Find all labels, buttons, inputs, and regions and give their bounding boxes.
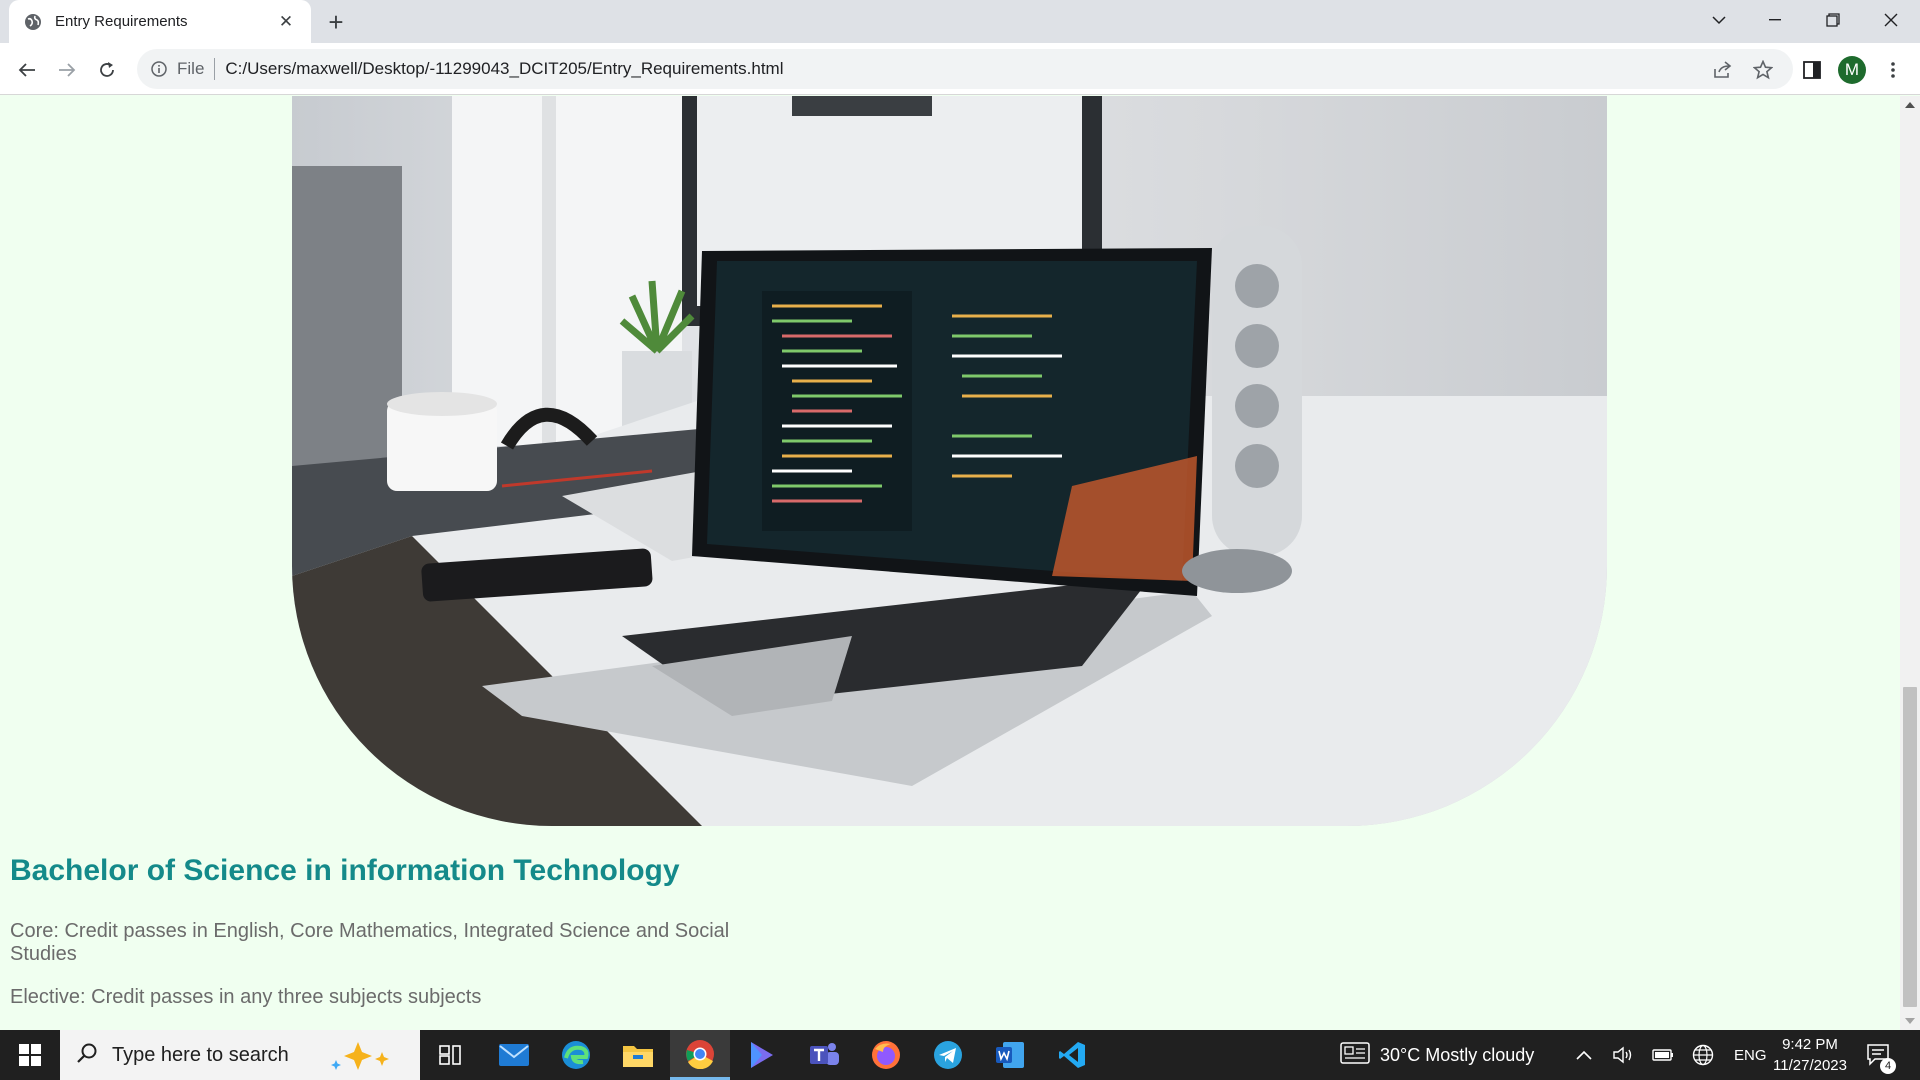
address-bar[interactable]: File C:/Users/maxwell/Desktop/-11299043_…: [137, 49, 1793, 89]
scroll-down-arrow-icon[interactable]: [1905, 1018, 1915, 1024]
side-panel-icon[interactable]: [1797, 55, 1827, 85]
close-window-button[interactable]: [1868, 0, 1914, 40]
clock-date: 11/27/2023: [1773, 1057, 1847, 1074]
page-title: Bachelor of Science in information Techn…: [10, 854, 680, 887]
weather-cloud-icon: [1340, 1041, 1370, 1069]
restore-button[interactable]: [1810, 0, 1856, 40]
search-placeholder: Type here to search: [112, 1043, 289, 1066]
firefox-icon[interactable]: [856, 1030, 916, 1080]
share-icon[interactable]: [1708, 55, 1738, 85]
file-explorer-icon[interactable]: [608, 1030, 668, 1080]
start-button[interactable]: [0, 1030, 60, 1080]
new-tab-button[interactable]: +: [320, 6, 352, 38]
info-icon[interactable]: [149, 59, 169, 79]
tab-title: Entry Requirements: [55, 13, 188, 30]
windows-logo-icon: [19, 1044, 41, 1066]
url-text[interactable]: C:/Users/maxwell/Desktop/-11299043_DCIT2…: [225, 59, 783, 79]
battery-icon[interactable]: [1652, 1030, 1674, 1080]
forward-button[interactable]: [50, 53, 84, 87]
reload-button[interactable]: [90, 53, 124, 87]
taskbar-search-box[interactable]: Type here to search: [60, 1030, 420, 1080]
back-button[interactable]: [10, 53, 44, 87]
page-content: Bachelor of Science in information Techn…: [0, 96, 1900, 1030]
vertical-scrollbar[interactable]: [1900, 96, 1920, 1030]
weather-text: 30°C Mostly cloudy: [1380, 1044, 1535, 1065]
volume-icon[interactable]: [1612, 1030, 1634, 1080]
scrollbar-thumb[interactable]: [1903, 687, 1917, 1007]
bookmark-star-icon[interactable]: [1748, 55, 1778, 85]
search-icon: [76, 1042, 98, 1069]
elective-requirements-text: Elective: Credit passes in any three sub…: [10, 986, 482, 1008]
globe-icon: [23, 12, 43, 32]
notification-center-icon[interactable]: 4: [1866, 1030, 1896, 1080]
windows-taskbar: Type here to search 30°C Mostly cloudy E…: [0, 1030, 1920, 1080]
close-tab-icon[interactable]: ✕: [275, 11, 297, 33]
browser-toolbar: File C:/Users/maxwell/Desktop/-11299043_…: [0, 43, 1920, 95]
telegram-icon[interactable]: [918, 1030, 978, 1080]
scroll-up-arrow-icon[interactable]: [1905, 102, 1915, 108]
tab-strip: Entry Requirements ✕ +: [0, 0, 1920, 43]
tab-search-chevron-icon[interactable]: [1696, 0, 1742, 40]
url-scheme-label: File: [177, 59, 205, 78]
power-automate-icon[interactable]: [732, 1030, 792, 1080]
search-highlight-sparkle-icon: [328, 1040, 398, 1077]
notification-count-badge: 4: [1880, 1058, 1896, 1074]
vscode-icon[interactable]: [1042, 1030, 1102, 1080]
weather-widget[interactable]: 30°C Mostly cloudy: [1340, 1030, 1534, 1080]
chrome-browser-icon[interactable]: [670, 1030, 730, 1080]
profile-avatar[interactable]: M: [1838, 56, 1866, 84]
clock-time: 9:42 PM: [1782, 1036, 1838, 1053]
core-requirements-text: Core: Credit passes in English, Core Mat…: [10, 920, 730, 965]
edge-browser-icon[interactable]: [546, 1030, 606, 1080]
hero-laptop-image: [292, 96, 1607, 826]
menu-kebab-icon[interactable]: [1878, 55, 1908, 85]
mail-app-icon[interactable]: [484, 1030, 544, 1080]
word-app-icon[interactable]: [980, 1030, 1040, 1080]
minimize-button[interactable]: [1752, 0, 1798, 40]
network-globe-icon[interactable]: [1692, 1030, 1714, 1080]
system-clock[interactable]: 9:42 PM 11/27/2023: [1760, 1034, 1860, 1076]
task-view-icon[interactable]: [420, 1030, 480, 1080]
show-hidden-icons-chevron-icon[interactable]: [1576, 1030, 1592, 1080]
omnibox-separator: [214, 58, 216, 80]
teams-app-icon[interactable]: [794, 1030, 854, 1080]
browser-tab[interactable]: Entry Requirements ✕: [9, 0, 311, 43]
